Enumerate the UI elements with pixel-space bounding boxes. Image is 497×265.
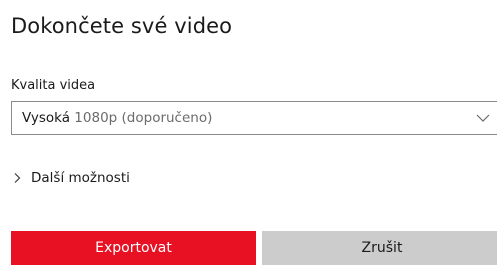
video-quality-selected-value: Vysoká 1080p (doporučeno) <box>22 110 212 126</box>
chevron-down-icon <box>476 114 490 122</box>
cancel-button[interactable]: Zrušit <box>262 231 497 265</box>
more-options-toggle[interactable]: Další možnosti <box>11 170 130 186</box>
quality-secondary-text: 1080p (doporučeno) <box>70 110 213 126</box>
dialog-title: Dokončete své video <box>11 14 233 38</box>
chevron-right-icon <box>14 173 21 183</box>
quality-primary-text: Vysoká <box>22 110 71 126</box>
export-button[interactable]: Exportovat <box>11 231 256 265</box>
more-options-label: Další možnosti <box>31 170 130 186</box>
video-quality-select[interactable]: Vysoká 1080p (doporučeno) <box>11 101 497 135</box>
video-quality-label: Kvalita videa <box>11 78 96 93</box>
